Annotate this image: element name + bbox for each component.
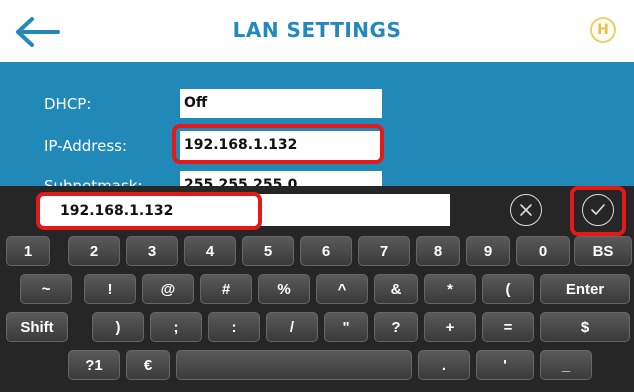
key-euro[interactable]: € bbox=[126, 350, 170, 380]
key-enter[interactable]: Enter bbox=[540, 274, 630, 304]
key-close-paren[interactable]: ) bbox=[92, 312, 144, 342]
key-shift[interactable]: Shift bbox=[6, 312, 68, 342]
dhcp-label: DHCP: bbox=[44, 95, 92, 113]
key-5[interactable]: 5 bbox=[242, 236, 294, 266]
key-7[interactable]: 7 bbox=[358, 236, 410, 266]
key-9[interactable]: 9 bbox=[466, 236, 510, 266]
key-period[interactable]: . bbox=[418, 350, 470, 380]
key-asterisk[interactable]: * bbox=[424, 274, 476, 304]
key-ampersand[interactable]: & bbox=[374, 274, 418, 304]
key-exclamation[interactable]: ! bbox=[84, 274, 136, 304]
key-hash[interactable]: # bbox=[200, 274, 252, 304]
key-equals[interactable]: = bbox=[482, 312, 534, 342]
ip-address-highlight bbox=[172, 124, 384, 164]
key-apostrophe[interactable]: ' bbox=[476, 350, 534, 380]
clear-x-icon bbox=[520, 204, 532, 216]
key-backspace[interactable]: BS bbox=[574, 236, 632, 266]
dhcp-field[interactable]: Off bbox=[180, 89, 382, 118]
key-percent[interactable]: % bbox=[258, 274, 310, 304]
subnetmask-label: Subnetmask: bbox=[44, 177, 143, 186]
key-3[interactable]: 3 bbox=[126, 236, 178, 266]
key-space[interactable] bbox=[176, 350, 412, 380]
key-question[interactable]: ? bbox=[374, 312, 418, 342]
home-icon[interactable]: H bbox=[590, 17, 616, 43]
key-symbols-toggle[interactable]: ?1 bbox=[68, 350, 120, 380]
key-at[interactable]: @ bbox=[142, 274, 194, 304]
key-colon[interactable]: : bbox=[208, 312, 260, 342]
key-2[interactable]: 2 bbox=[68, 236, 120, 266]
clear-button[interactable] bbox=[510, 194, 542, 226]
key-plus[interactable]: + bbox=[424, 312, 476, 342]
ip-address-label: IP-Address: bbox=[44, 137, 128, 155]
key-open-paren[interactable]: ( bbox=[482, 274, 534, 304]
key-quote[interactable]: " bbox=[324, 312, 368, 342]
keyboard-input-highlight bbox=[36, 192, 262, 230]
key-slash[interactable]: / bbox=[266, 312, 318, 342]
confirm-highlight bbox=[570, 186, 626, 236]
page-title: LAN SETTINGS bbox=[232, 18, 402, 42]
subnetmask-field[interactable]: 255.255.255.0 bbox=[180, 171, 382, 186]
key-dollar[interactable]: $ bbox=[540, 312, 630, 342]
key-4[interactable]: 4 bbox=[184, 236, 236, 266]
key-underscore[interactable]: _ bbox=[540, 350, 592, 380]
key-1[interactable]: 1 bbox=[6, 236, 50, 266]
on-screen-keyboard: 192.168.1.132 1 2 3 4 5 6 7 8 9 0 BS ~ !… bbox=[0, 186, 634, 392]
key-0[interactable]: 0 bbox=[516, 236, 570, 266]
key-semicolon[interactable]: ; bbox=[150, 312, 202, 342]
header: LAN SETTINGS H bbox=[0, 0, 634, 62]
key-caret[interactable]: ^ bbox=[316, 274, 368, 304]
key-6[interactable]: 6 bbox=[300, 236, 352, 266]
key-tilde[interactable]: ~ bbox=[20, 274, 72, 304]
settings-panel: DHCP: Off IP-Address: 192.168.1.132 Subn… bbox=[0, 62, 634, 186]
key-8[interactable]: 8 bbox=[416, 236, 460, 266]
